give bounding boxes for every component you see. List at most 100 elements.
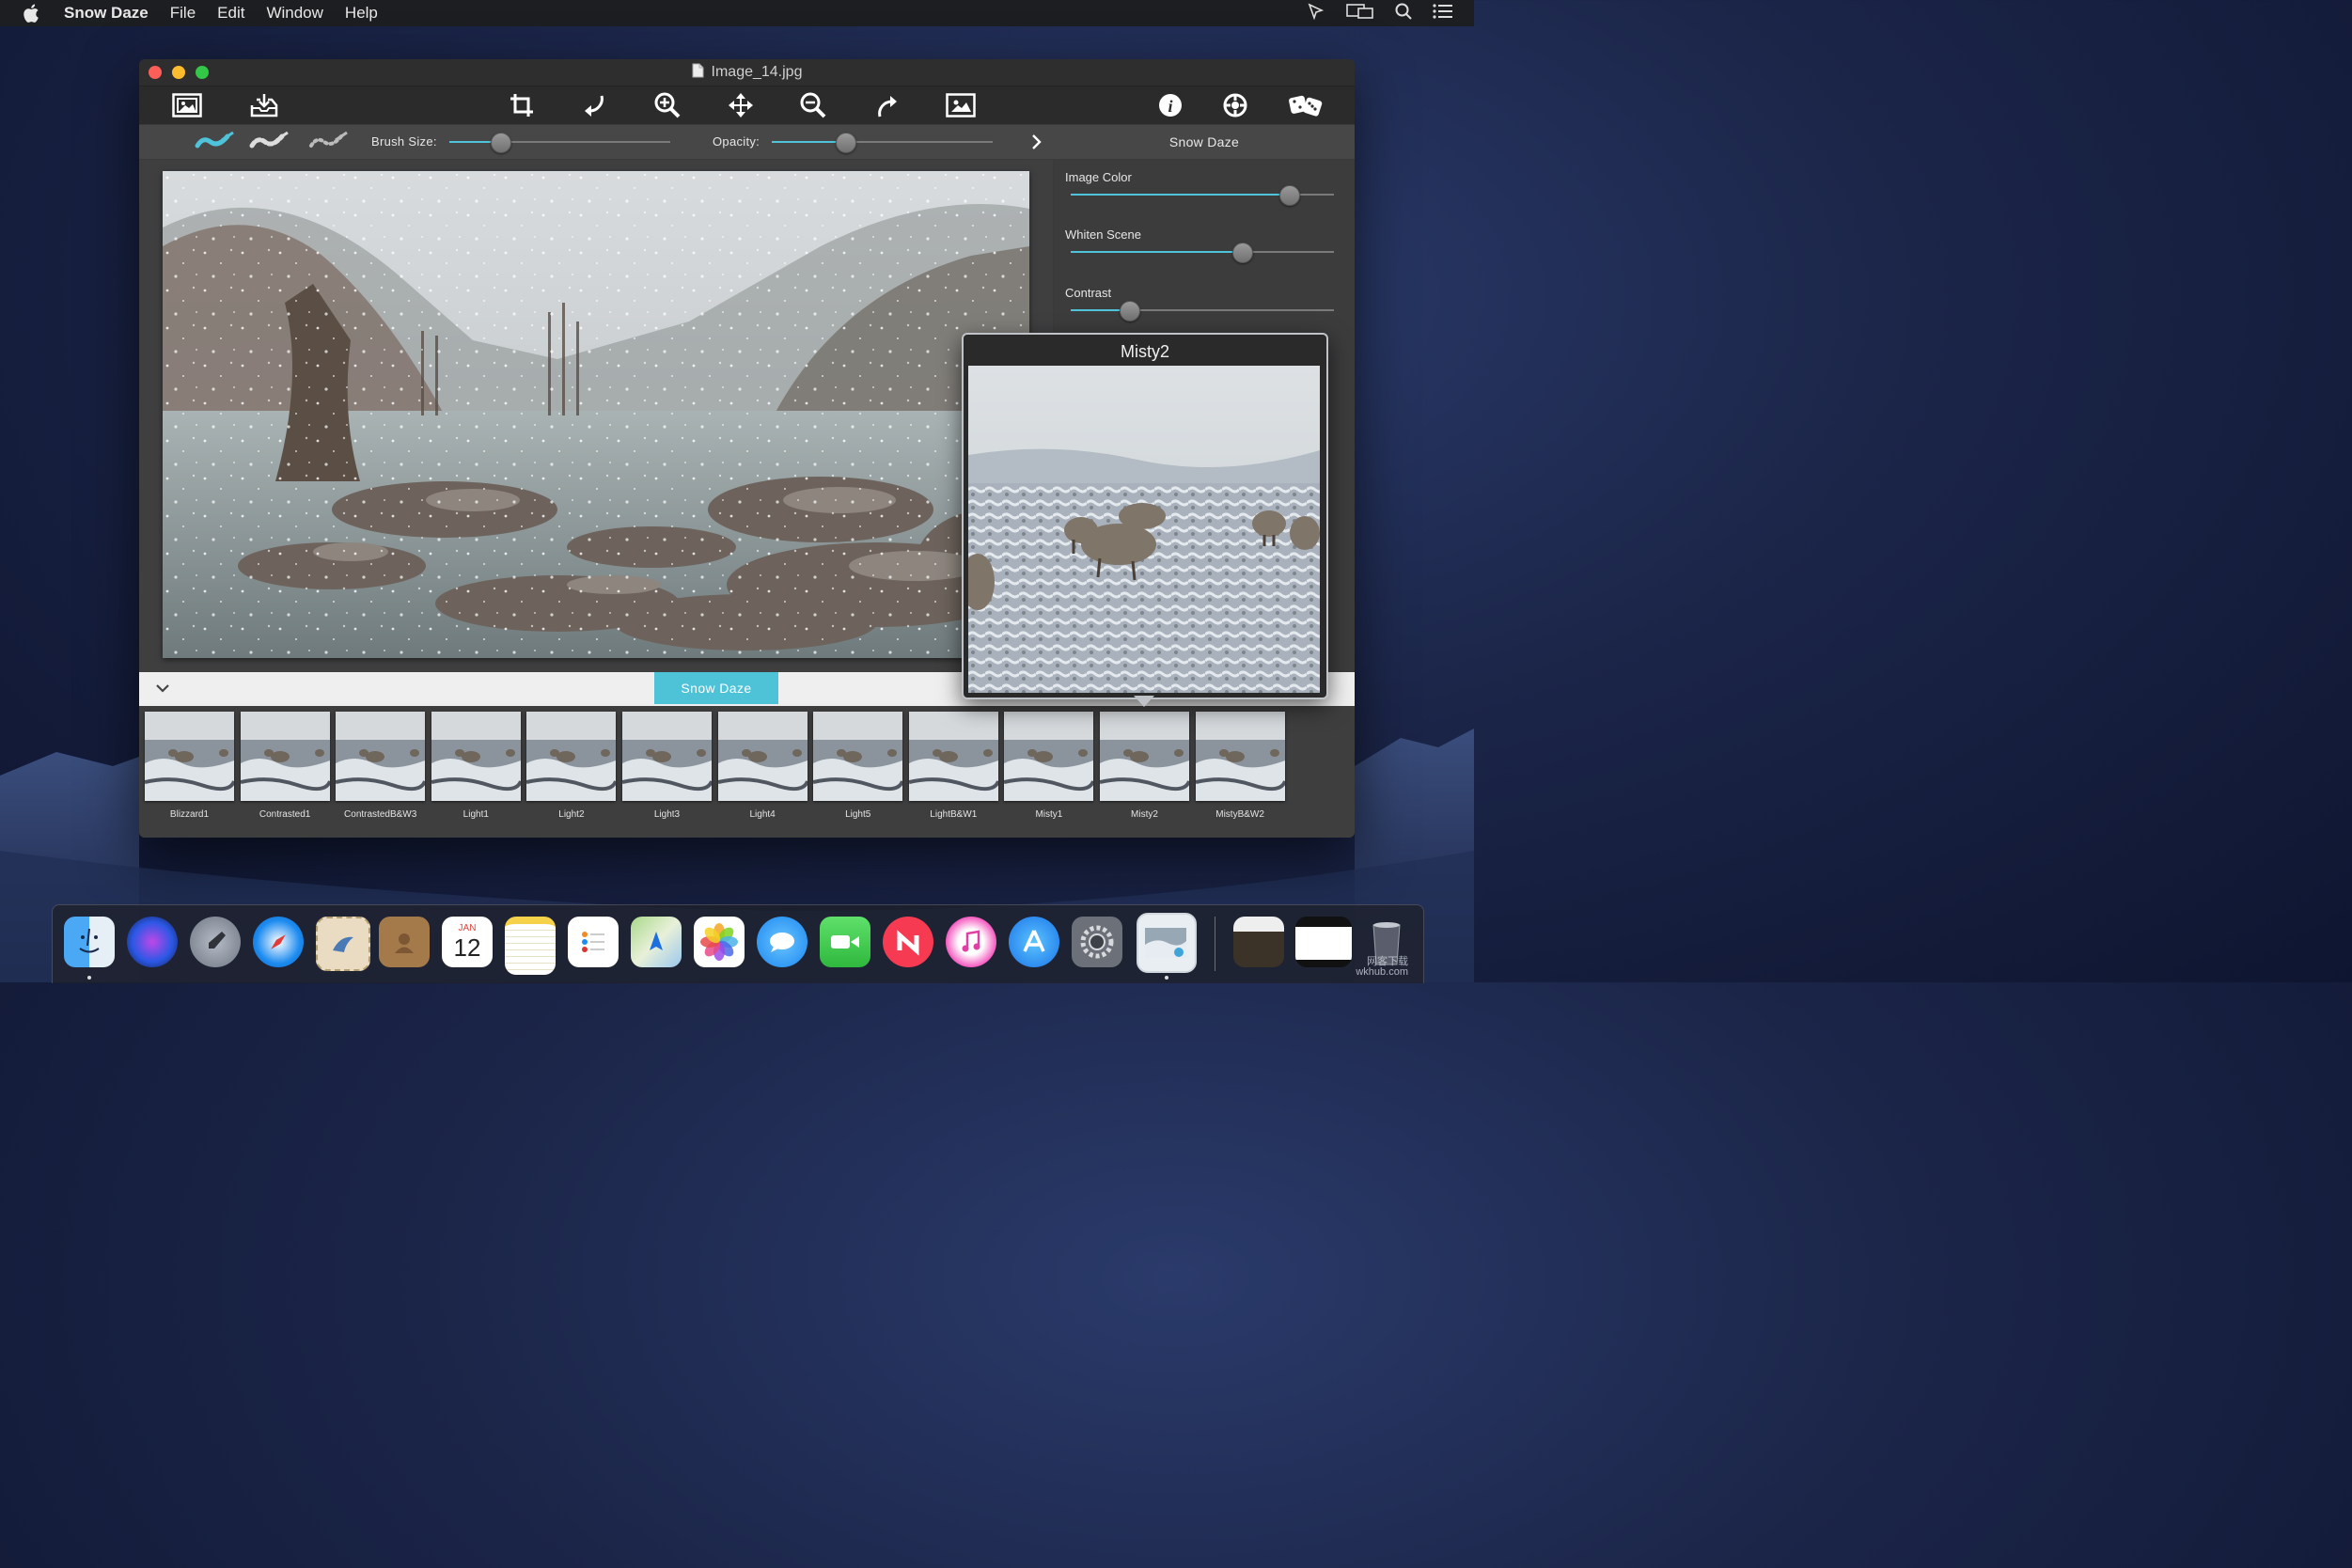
dock-photos-icon[interactable] [694,917,745,967]
toolbar: i [139,86,1355,124]
dock-siri-icon[interactable] [127,917,178,967]
brush-size-slider[interactable] [449,133,670,153]
contrast-knob[interactable] [1119,301,1140,321]
dock-downloads-stack-icon[interactable] [1233,917,1284,967]
opacity-fill [772,141,845,143]
spotlight-search-icon[interactable] [1395,3,1412,24]
preset-preview-popover: Misty2 [962,333,1328,699]
dock-system-preferences-icon[interactable] [1072,917,1122,967]
preset-thumbnail[interactable] [717,712,808,801]
preset-thumbnail[interactable] [145,712,234,801]
image-color-knob[interactable] [1279,185,1301,206]
preset-thumbnail[interactable] [431,712,521,801]
preset-label: ContrastedB&W3 [344,809,417,820]
zoom-in-icon[interactable] [651,90,683,120]
preset-preview-image [968,366,1320,693]
brush-erase-icon[interactable] [248,131,290,156]
random-dice-icon[interactable] [1285,90,1326,120]
popover-arrow [1134,696,1154,707]
calendar-day: 12 [453,933,481,962]
dock-snow-daze-icon[interactable] [1137,913,1197,973]
menu-file[interactable]: File [170,4,196,23]
menu-bar: Snow Daze File Edit Window Help [0,0,1474,26]
whiten-scene-fill [1071,251,1242,253]
brush-paint-icon[interactable] [194,131,235,156]
dock-safari-icon[interactable] [253,917,304,967]
info-icon[interactable]: i [1154,90,1186,120]
dock-finder-icon[interactable] [64,917,115,967]
window-title: Image_14.jpg [711,64,803,80]
apple-menu-icon[interactable] [23,4,45,23]
menu-app-name[interactable]: Snow Daze [64,4,149,23]
crop-icon[interactable] [506,90,538,120]
dock-documents-stack-icon[interactable] [1295,917,1352,967]
preset-thumbnail[interactable] [336,712,426,801]
cursor-tool-icon[interactable] [1307,2,1325,24]
dock-app-store-icon[interactable] [1009,917,1059,967]
panel-title: Snow Daze [1168,134,1240,149]
dock-launchpad-icon[interactable] [190,917,241,967]
tab-snow-daze[interactable]: Snow Daze [654,672,778,704]
preset-thumbnail[interactable] [622,712,712,801]
preset-thumbnail[interactable] [526,712,617,801]
watermark-line-2: wkhub.com [1356,966,1408,978]
dock-reminders-icon[interactable] [568,917,619,967]
preset-thumbnail[interactable] [908,712,998,801]
dock-mail-icon[interactable] [316,917,370,971]
whiten-scene-slider[interactable] [1071,243,1334,263]
main-photo[interactable] [163,171,1029,658]
menu-window[interactable]: Window [266,4,322,23]
preset-thumbnail[interactable] [1195,712,1285,801]
settings-icon[interactable] [1219,90,1251,120]
dock-maps-icon[interactable] [631,917,682,967]
brush-size-knob[interactable] [491,133,512,153]
brush-reset-icon[interactable] [307,131,349,156]
menu-edit[interactable]: Edit [217,4,244,23]
dock: JAN 12 网客下载 wkhub.com [52,904,1424,983]
image-color-label: Image Color [1065,170,1132,184]
dock-facetime-icon[interactable] [820,917,870,967]
preset-label: Light1 [463,809,489,820]
preset-strip: Blizzard1 Contrasted1 ContrastedB&W3 Light1… [139,706,1355,838]
preset-thumbnail[interactable] [813,712,903,801]
dock-calendar-icon[interactable]: JAN 12 [442,917,493,967]
preset-label: Light3 [653,809,681,820]
menu-help[interactable]: Help [345,4,378,23]
rotate-right-icon[interactable] [871,90,903,120]
airplay-display-icon[interactable] [1346,3,1374,24]
export-icon[interactable] [248,90,280,120]
watermark: 网客下载 wkhub.com [1356,957,1408,978]
dock-itunes-icon[interactable] [946,917,996,967]
preset-label: Light4 [749,809,776,820]
zoom-out-icon[interactable] [797,90,829,120]
opacity-knob[interactable] [835,133,856,153]
preset-label: Misty1 [1035,809,1063,820]
dock-contacts-icon[interactable] [379,917,430,967]
rotate-left-icon[interactable] [578,90,610,120]
preset-thumbnail[interactable] [240,712,330,801]
preset-thumbnail[interactable] [1004,712,1094,801]
preset-label: Contrasted1 [259,809,311,820]
chevron-right-icon[interactable] [1030,133,1043,156]
contrast-label: Contrast [1065,286,1112,300]
move-icon[interactable] [725,90,757,120]
fit-image-icon[interactable] [945,90,977,120]
preset-label: LightB&W1 [930,809,978,820]
open-image-icon[interactable] [171,90,203,120]
dock-messages-icon[interactable] [757,917,808,967]
image-color-slider[interactable] [1071,185,1334,206]
dock-notes-icon[interactable] [505,917,556,975]
chevron-down-icon[interactable] [155,682,170,698]
opacity-slider[interactable] [772,133,993,153]
contrast-slider[interactable] [1071,301,1334,321]
whiten-scene-knob[interactable] [1232,243,1253,263]
notification-center-icon[interactable] [1433,3,1453,24]
preset-label: Misty2 [1131,809,1158,820]
document-icon [692,63,704,83]
dock-news-icon[interactable] [883,917,933,967]
title-bar: Image_14.jpg [139,59,1355,86]
opacity-label: Opacity: [713,134,760,149]
preset-label: Light5 [845,809,871,820]
preset-thumbnail[interactable] [1100,712,1189,801]
image-color-fill [1071,194,1290,196]
